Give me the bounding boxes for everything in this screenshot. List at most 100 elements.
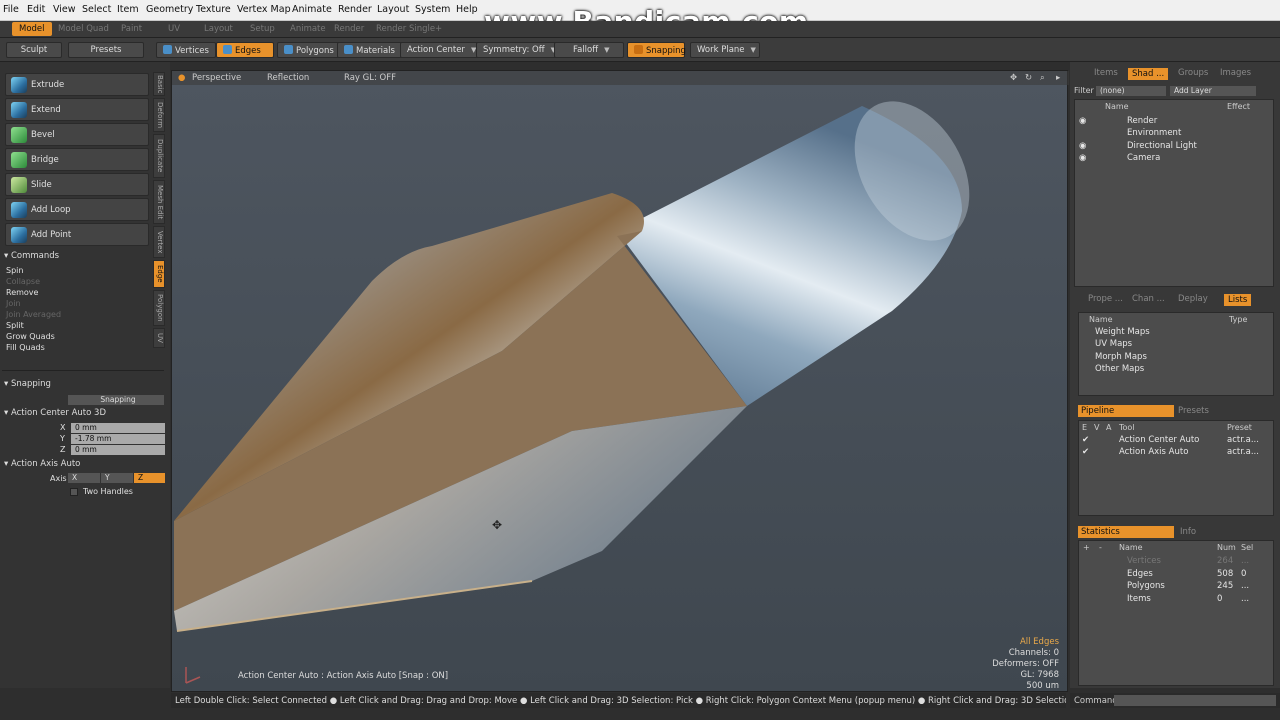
axis-x-button[interactable]: X: [68, 473, 100, 483]
menu-select[interactable]: Select: [82, 4, 111, 15]
enabled-check-icon[interactable]: ✔: [1082, 435, 1089, 445]
tab-images[interactable]: Images: [1220, 68, 1251, 78]
tab-setup[interactable]: Setup: [250, 24, 275, 34]
tab-pipeline-presets[interactable]: Presets: [1178, 406, 1209, 416]
x-field[interactable]: 0 mm: [71, 423, 165, 433]
sculpt-button[interactable]: Sculpt: [6, 42, 62, 58]
tab-pipeline[interactable]: Pipeline: [1078, 405, 1174, 417]
command-input[interactable]: [1114, 695, 1276, 706]
visibility-eye-icon[interactable]: ◉: [1079, 116, 1086, 126]
shader-item-render[interactable]: Render: [1127, 116, 1157, 126]
tab-groups[interactable]: Groups: [1178, 68, 1208, 78]
vertices-button[interactable]: Vertices: [156, 42, 216, 58]
menu-layout[interactable]: Layout: [377, 4, 409, 15]
tab-model-quad[interactable]: Model Quad: [58, 24, 109, 34]
menu-system[interactable]: System: [415, 4, 450, 15]
fill-quads-command[interactable]: Fill Quads: [6, 343, 45, 352]
stats-row-name[interactable]: Vertices: [1127, 556, 1161, 566]
mesh-model[interactable]: [172, 71, 1069, 693]
menu-item[interactable]: Item: [117, 4, 139, 15]
menu-vertex-map[interactable]: Vertex Map: [237, 4, 291, 15]
pipeline-row-tool[interactable]: Action Center Auto: [1119, 435, 1199, 445]
vtab-duplicate[interactable]: Duplicate: [153, 134, 165, 178]
add-point-button[interactable]: Add Point: [5, 223, 149, 246]
vtab-deform[interactable]: Deform: [153, 98, 165, 132]
slide-button[interactable]: Slide: [5, 173, 149, 196]
tab-channels[interactable]: Chan ...: [1132, 294, 1165, 304]
axis-y-button[interactable]: Y: [101, 473, 133, 483]
3d-viewport[interactable]: ● Perspective Reflection Ray GL: OFF ✥ ↻…: [171, 70, 1069, 693]
tab-paint[interactable]: Paint: [121, 24, 142, 34]
list-item-weight-maps[interactable]: Weight Maps: [1095, 327, 1150, 337]
tab-render[interactable]: Render: [334, 24, 364, 34]
action-axis-section-header[interactable]: ▾ Action Axis Auto: [4, 459, 80, 469]
tab-lists[interactable]: Lists: [1224, 294, 1252, 306]
stats-row-name[interactable]: Items: [1127, 594, 1151, 604]
menu-geometry[interactable]: Geometry: [146, 4, 193, 15]
tab-model[interactable]: Model: [12, 22, 52, 36]
spin-command[interactable]: Spin: [6, 266, 23, 275]
snapping-section-header[interactable]: ▾ Snapping: [4, 379, 51, 389]
vtab-basic[interactable]: Basic: [153, 72, 165, 96]
tab-animate[interactable]: Animate: [290, 24, 326, 34]
tab-uv[interactable]: UV: [168, 24, 180, 34]
menu-render[interactable]: Render: [338, 4, 372, 15]
add-loop-button[interactable]: Add Loop: [5, 198, 149, 221]
vtab-polygon[interactable]: Polygon: [153, 290, 165, 326]
tab-properties[interactable]: Prope ...: [1088, 294, 1123, 304]
tab-shader[interactable]: Shad ...: [1128, 68, 1169, 80]
stats-row-name[interactable]: Edges: [1127, 569, 1153, 579]
action-center-dropdown[interactable]: Action Center ▼: [400, 42, 484, 58]
vtab-vertex[interactable]: Vertex: [153, 226, 165, 258]
extend-button[interactable]: Extend: [5, 98, 149, 121]
pipeline-row-preset[interactable]: actr.a...: [1227, 447, 1259, 457]
tab-layout[interactable]: Layout: [204, 24, 233, 34]
edges-button[interactable]: Edges: [216, 42, 274, 58]
shader-item-camera[interactable]: Camera: [1127, 153, 1160, 163]
filter-select[interactable]: (none): [1096, 86, 1166, 96]
z-field[interactable]: 0 mm: [71, 445, 165, 455]
list-item-morph-maps[interactable]: Morph Maps: [1095, 352, 1147, 362]
tab-statistics[interactable]: Statistics: [1078, 526, 1174, 538]
tab-display[interactable]: Deplay: [1178, 294, 1208, 304]
symmetry-dropdown[interactable]: Symmetry: Off▼: [476, 42, 563, 58]
axis-z-button[interactable]: Z: [134, 473, 165, 483]
presets-button[interactable]: Presets: [68, 42, 144, 58]
two-handles-checkbox[interactable]: [70, 488, 78, 496]
vtab-edge[interactable]: Edge: [153, 260, 165, 288]
menu-file[interactable]: File: [3, 4, 19, 15]
menu-help[interactable]: Help: [456, 4, 478, 15]
tab-info[interactable]: Info: [1180, 527, 1196, 537]
list-item-uv-maps[interactable]: UV Maps: [1095, 339, 1132, 349]
work-plane-dropdown[interactable]: Work Plane ▼: [690, 42, 760, 58]
vtab-uv[interactable]: UV: [153, 328, 165, 348]
commands-header[interactable]: ▾ Commands: [4, 251, 59, 261]
falloff-dropdown[interactable]: Falloff ▼: [554, 42, 624, 58]
pipeline-row-preset[interactable]: actr.a...: [1227, 435, 1259, 445]
menu-animate[interactable]: Animate: [292, 4, 332, 15]
extrude-button[interactable]: Extrude: [5, 73, 149, 96]
list-item-other-maps[interactable]: Other Maps: [1095, 364, 1144, 374]
bridge-button[interactable]: Bridge: [5, 148, 149, 171]
visibility-eye-icon[interactable]: ◉: [1079, 153, 1086, 163]
vtab-mesh-edit[interactable]: Mesh Edit: [153, 180, 165, 224]
visibility-eye-icon[interactable]: ◉: [1079, 141, 1086, 151]
snapping-button[interactable]: Snapping: [627, 42, 686, 58]
y-field[interactable]: -1.78 mm: [71, 434, 165, 444]
materials-button[interactable]: Materials: [337, 42, 402, 58]
enabled-check-icon[interactable]: ✔: [1082, 447, 1089, 457]
pipeline-row-tool[interactable]: Action Axis Auto: [1119, 447, 1188, 457]
remove-command[interactable]: Remove: [6, 288, 38, 297]
menu-texture[interactable]: Texture: [196, 4, 231, 15]
shader-item-light[interactable]: Directional Light: [1127, 141, 1197, 151]
tab-add[interactable]: +: [435, 24, 442, 34]
stats-row-name[interactable]: Polygons: [1127, 581, 1165, 591]
snapping-field[interactable]: Snapping: [68, 395, 164, 405]
menu-edit[interactable]: Edit: [27, 4, 45, 15]
add-layer-button[interactable]: Add Layer: [1170, 86, 1256, 96]
bevel-button[interactable]: Bevel: [5, 123, 149, 146]
grow-quads-command[interactable]: Grow Quads: [6, 332, 55, 341]
split-command[interactable]: Split: [6, 321, 24, 330]
tab-render-single[interactable]: Render Single: [376, 24, 435, 34]
polygons-button[interactable]: Polygons: [277, 42, 341, 58]
